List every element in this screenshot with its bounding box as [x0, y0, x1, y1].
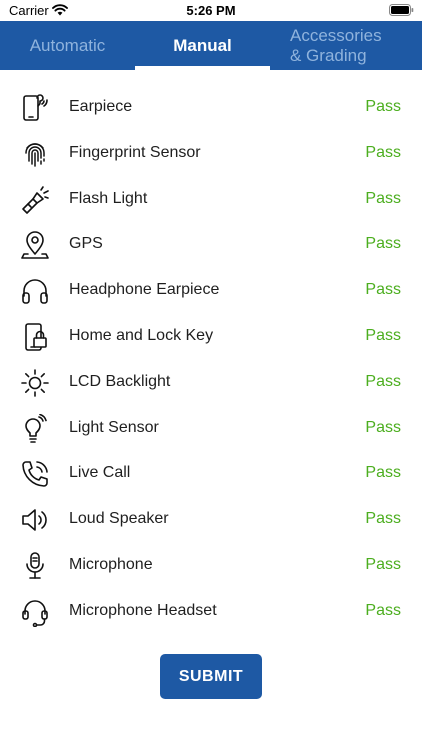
battery-icon — [389, 4, 414, 16]
fingerprint-icon — [20, 139, 50, 169]
test-status: Pass — [365, 372, 401, 390]
test-row-microphone-headset[interactable]: Microphone Headset Pass — [0, 589, 422, 635]
earpiece-icon — [20, 93, 50, 123]
test-label: Home and Lock Key — [69, 326, 214, 344]
test-status: Pass — [365, 189, 401, 207]
test-status: Pass — [365, 235, 401, 253]
test-status: Pass — [365, 281, 401, 299]
status-bar: Carrier 5:26 PM — [0, 0, 422, 21]
test-row-flash-light[interactable]: Flash Light Pass — [0, 177, 422, 223]
test-row-gps[interactable]: GPS Pass — [0, 222, 422, 268]
live-call-icon — [20, 459, 50, 489]
submit-button[interactable]: SUBMIT — [160, 654, 262, 699]
test-label: Fingerprint Sensor — [69, 143, 201, 161]
test-row-earpiece[interactable]: Earpiece Pass — [0, 85, 422, 131]
test-label: Live Call — [69, 464, 131, 482]
active-tab-indicator — [135, 66, 270, 70]
test-status: Pass — [365, 418, 401, 436]
tab-bar: Automatic Manual Accessories & Grading — [0, 21, 422, 70]
tab-accessories-line2: & Grading — [290, 45, 367, 65]
test-status: Pass — [365, 555, 401, 573]
headphone-icon — [20, 276, 50, 306]
test-status: Pass — [365, 98, 401, 115]
gps-icon — [20, 230, 50, 260]
test-row-microphone[interactable]: Microphone Pass — [0, 543, 422, 589]
headset-icon — [20, 597, 50, 628]
test-row-lcd-backlight[interactable]: LCD Backlight Pass — [0, 360, 422, 406]
tab-accessories-grading[interactable]: Accessories & Grading — [290, 21, 410, 70]
backlight-icon — [20, 368, 50, 398]
test-label: Microphone — [69, 555, 153, 573]
test-label: Microphone Headset — [69, 601, 217, 619]
light-sensor-icon — [20, 413, 50, 444]
speaker-icon — [20, 505, 50, 535]
flashlight-icon — [20, 185, 50, 215]
test-label: Flash Light — [69, 189, 148, 207]
test-label: LCD Backlight — [69, 372, 171, 390]
test-status: Pass — [365, 510, 401, 528]
test-label: Loud Speaker — [69, 510, 169, 528]
test-label: Light Sensor — [69, 418, 159, 436]
lock-key-icon — [20, 322, 50, 352]
test-row-fingerprint[interactable]: Fingerprint Sensor Pass — [0, 131, 422, 177]
test-status: Pass — [365, 143, 401, 161]
test-row-loud-speaker[interactable]: Loud Speaker Pass — [0, 497, 422, 543]
test-label: Headphone Earpiece — [69, 281, 220, 299]
clock: 5:26 PM — [186, 3, 236, 18]
tab-manual[interactable]: Manual — [135, 21, 270, 70]
test-label: Earpiece — [69, 98, 133, 115]
tab-automatic[interactable]: Automatic — [0, 21, 135, 70]
test-row-headphone[interactable]: Headphone Earpiece Pass — [0, 268, 422, 314]
test-list: Earpiece Pass Fingerprint Sensor Pass Fl… — [0, 85, 422, 635]
test-status: Pass — [365, 464, 401, 482]
test-label: GPS — [69, 235, 103, 253]
test-row-light-sensor[interactable]: Light Sensor Pass — [0, 406, 422, 452]
tab-accessories-line1: Accessories — [290, 25, 382, 45]
microphone-icon — [20, 551, 50, 581]
test-status: Pass — [365, 601, 401, 619]
test-row-home-lock-key[interactable]: Home and Lock Key Pass — [0, 314, 422, 360]
test-row-live-call[interactable]: Live Call Pass — [0, 451, 422, 497]
test-status: Pass — [365, 326, 401, 344]
